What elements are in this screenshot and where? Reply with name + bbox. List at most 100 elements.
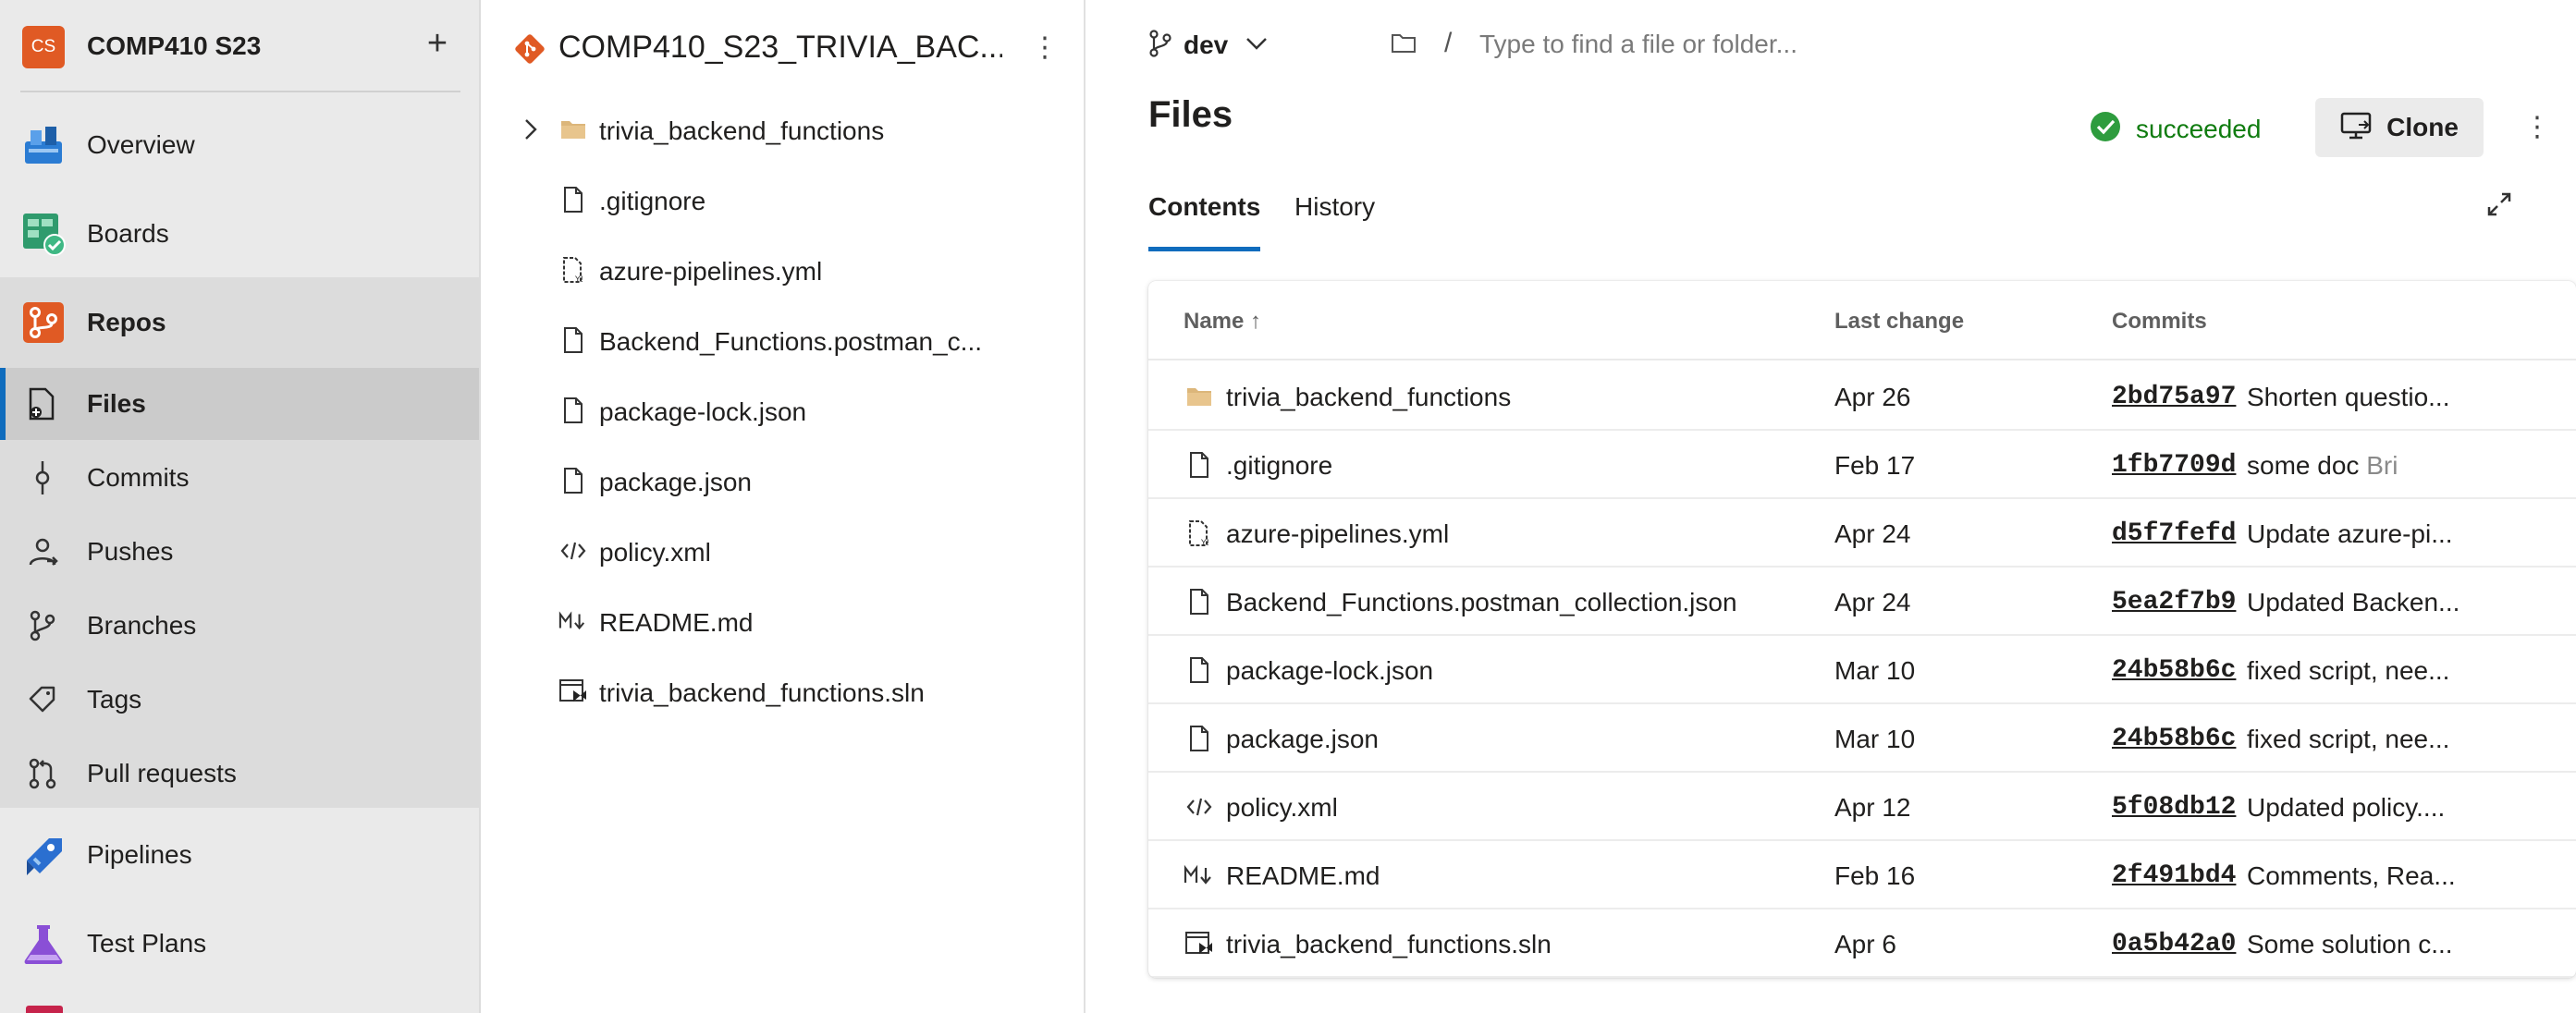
tree-item-label: package-lock.json <box>599 397 807 426</box>
chevron-right-icon[interactable] <box>523 116 547 142</box>
more-options-icon[interactable]: ⋮ <box>1024 28 1065 68</box>
nav-item-tags[interactable]: Tags <box>0 675 479 725</box>
file-icon <box>1184 586 1215 617</box>
nav-item-pushes[interactable]: Pushes <box>0 527 479 577</box>
repo-header: COMP410_S23_TRIVIA_BAC... ⋮ <box>481 0 1084 96</box>
commit-hash-link[interactable]: 1fb7709d <box>2112 451 2236 480</box>
nav-label: Pipelines <box>87 840 192 869</box>
table-row[interactable]: package-lock.json Mar 10 24b58b6c fixed scr… <box>1148 636 2576 704</box>
folder-icon <box>558 115 588 144</box>
last-change-date: Apr 24 <box>1834 588 1911 616</box>
table-row[interactable]: .gitignore Feb 17 1fb7709d some doc Bri <box>1148 431 2576 499</box>
commit-hash-link[interactable]: 2bd75a97 <box>2112 383 2236 411</box>
tree-item-label: Backend_Functions.postman_c... <box>599 327 983 356</box>
file-icon <box>558 325 588 355</box>
clone-button[interactable]: Clone <box>2315 98 2484 157</box>
file-name-link[interactable]: azure-pipelines.yml <box>1226 519 1449 549</box>
overview-icon <box>20 122 67 168</box>
svg-text:Y!: Y! <box>1200 539 1209 547</box>
pipelines-icon <box>20 832 67 878</box>
nav-item-repos[interactable]: Repos <box>0 298 479 348</box>
tree-item[interactable]: trivia_backend_functions.sln <box>481 656 1084 726</box>
branch-icon <box>24 607 61 644</box>
commit-message-text: Updated Backen... <box>2247 588 2460 616</box>
file-name-link[interactable]: policy.xml <box>1226 793 1338 823</box>
table-row[interactable]: trivia_backend_functions.sln Apr 6 0a5b42a… <box>1148 909 2576 978</box>
tree-item-label: README.md <box>599 608 754 637</box>
nav-label: Pushes <box>87 537 174 566</box>
file-name-link[interactable]: .gitignore <box>1226 451 1332 481</box>
commit-message: fixed script, nee... <box>2247 656 2449 686</box>
table-row[interactable]: Backend_Functions.postman_collection.jso… <box>1148 568 2576 636</box>
tree-item-label: .gitignore <box>599 187 706 215</box>
main-content: dev / Files succeeded Clone ⋮ Contents <box>1086 0 2576 1013</box>
tree-item[interactable]: Y! azure-pipelines.yml <box>481 235 1084 305</box>
file-name-link[interactable]: trivia_backend_functions.sln <box>1226 930 1552 959</box>
file-name-link[interactable]: Backend_Functions.postman_collection.jso… <box>1226 588 1737 617</box>
tree-item[interactable]: .gitignore <box>481 165 1084 235</box>
tree-item[interactable]: README.md <box>481 586 1084 656</box>
commit-hash-link[interactable]: 0a5b42a0 <box>2112 930 2236 958</box>
nav-item-test-plans[interactable]: Test Plans <box>0 919 479 969</box>
tree-item[interactable]: package-lock.json <box>481 375 1084 445</box>
commit-message-text: fixed script, nee... <box>2247 656 2450 685</box>
yaml-file-icon: Y! <box>558 255 588 285</box>
file-search-input[interactable] <box>1479 22 1997 67</box>
table-row[interactable]: Y! azure-pipelines.yml Apr 24 d5f7fefd Updat… <box>1148 499 2576 568</box>
tab-contents[interactable]: Contents <box>1148 192 1261 251</box>
commit-hash-link[interactable]: 24b58b6c <box>2112 725 2236 753</box>
file-icon <box>1184 654 1215 686</box>
file-name-link[interactable]: trivia_backend_functions <box>1226 383 1511 412</box>
project-avatar[interactable]: CS <box>22 26 65 68</box>
divider <box>20 91 460 92</box>
files-table: Name ↑ Last change Commits trivia_backen… <box>1148 281 2576 978</box>
file-name-link[interactable]: package-lock.json <box>1226 656 1433 686</box>
nav-item-pull-requests[interactable]: Pull requests <box>0 749 479 799</box>
nav-item-boards[interactable]: Boards <box>0 209 479 259</box>
commit-message-text: Some solution c... <box>2247 930 2453 958</box>
file-name-link[interactable]: README.md <box>1226 861 1380 891</box>
nav-item-files[interactable]: Files <box>0 368 479 440</box>
commit-message-text: Comments, Rea... <box>2247 861 2456 890</box>
expand-icon[interactable] <box>2485 190 2513 223</box>
table-row[interactable]: policy.xml Apr 12 5f08db12 Updated policy..… <box>1148 773 2576 841</box>
tree-item[interactable]: Backend_Functions.postman_c... <box>481 305 1084 375</box>
table-row[interactable]: trivia_backend_functions Apr 26 2bd75a97 Sh… <box>1148 362 2576 431</box>
nav-item-pipelines[interactable]: Pipelines <box>0 830 479 880</box>
nav-item-commits[interactable]: Commits <box>0 453 479 503</box>
folder-icon <box>1184 381 1215 412</box>
tag-icon <box>24 681 61 718</box>
commit-hash-link[interactable]: 5f08db12 <box>2112 793 2236 822</box>
build-status[interactable]: succeeded <box>2090 111 2261 147</box>
tree-item[interactable]: trivia_backend_functions <box>481 94 1084 165</box>
commit-hash-link[interactable]: 2f491bd4 <box>2112 861 2236 890</box>
file-icon <box>1184 449 1215 481</box>
commit-hash-link[interactable]: 24b58b6c <box>2112 656 2236 685</box>
nav-label: Test Plans <box>87 929 207 958</box>
nav-item-branches[interactable]: Branches <box>0 601 479 651</box>
file-name-link[interactable]: package.json <box>1226 725 1379 754</box>
table-row[interactable]: README.md Feb 16 2f491bd4 Comments, Rea... <box>1148 841 2576 909</box>
nav-label: Commits <box>87 463 190 492</box>
commit-hash-link[interactable]: d5f7fefd <box>2112 519 2236 548</box>
nav-item-overview[interactable]: Overview <box>0 120 479 170</box>
last-change-date: Apr 6 <box>1834 930 1896 958</box>
repo-name[interactable]: COMP410_S23_TRIVIA_BAC... <box>558 30 1002 66</box>
tree-item[interactable]: package.json <box>481 445 1084 516</box>
tree-item[interactable]: policy.xml <box>481 516 1084 586</box>
pull-request-icon <box>24 755 61 792</box>
test-plans-icon <box>20 921 67 967</box>
tab-history[interactable]: History <box>1294 192 1375 251</box>
branch-selector[interactable]: dev <box>1148 26 1269 65</box>
commit-hash-link[interactable]: 5ea2f7b9 <box>2112 588 2236 616</box>
more-options-icon[interactable]: ⋮ <box>2517 107 2558 148</box>
project-name[interactable]: COMP410 S23 <box>87 31 261 61</box>
artifacts-icon[interactable] <box>26 1006 63 1013</box>
nav-label: Tags <box>87 685 142 714</box>
add-icon[interactable]: + <box>418 22 457 65</box>
chevron-down-icon <box>1245 36 1269 55</box>
commit-message-text: Updated policy.... <box>2247 793 2446 822</box>
table-row[interactable]: package.json Mar 10 24b58b6c fixed script, … <box>1148 704 2576 773</box>
column-header-name[interactable]: Name ↑ <box>1184 309 1261 335</box>
last-change-date: Apr 26 <box>1834 383 1911 411</box>
